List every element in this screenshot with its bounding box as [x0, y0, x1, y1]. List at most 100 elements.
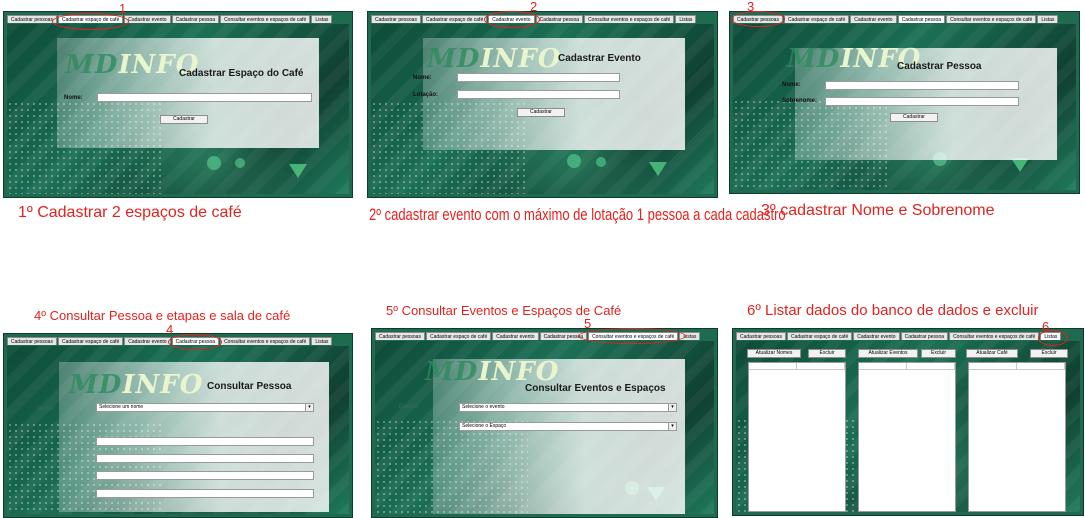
logo: MDINFO — [69, 370, 204, 400]
excluir-cafe-button[interactable]: Excluir — [1030, 349, 1068, 358]
nome-select[interactable]: Selecione um nome ▾ — [96, 403, 314, 412]
list-header — [859, 363, 955, 370]
nome-input[interactable] — [457, 73, 620, 82]
chevron-down-icon[interactable]: ▾ — [668, 404, 676, 411]
tab-cadastrar-espaco-cafe[interactable]: Cadastrar espaço de café — [786, 332, 853, 340]
tab-bar: Cadastrar pessoas Cadastrar espaço de ca… — [736, 332, 1062, 341]
nome-input[interactable] — [97, 93, 312, 102]
tab-listas[interactable]: Listas — [679, 332, 701, 340]
label-sobrenome: Sobrenome: — [782, 98, 818, 104]
tab-consultar-eventos[interactable]: Consultar eventos e espaços de café — [588, 332, 679, 340]
tab-cadastrar-espaco-cafe[interactable]: Cadastrar espaço de café — [57, 337, 124, 345]
tab-listas[interactable]: Listas — [311, 337, 333, 345]
form-title: Consultar Pessoa — [207, 381, 292, 392]
tab-cadastrar-pessoas[interactable]: Cadastrar pessoas — [7, 15, 57, 23]
step-number-3: 3 — [747, 0, 755, 14]
cadastrar-button[interactable]: Cadastrar — [517, 108, 565, 117]
form-title: Cadastrar Evento — [558, 53, 641, 64]
tab-consultar-eventos[interactable]: Consultar eventos e espaços de café — [949, 332, 1040, 340]
decor-circle — [567, 154, 581, 168]
evento-select[interactable]: Selecione o evento ▾ — [459, 403, 677, 412]
tab-bar: Cadastrar pessoas Cadastrar espaço de ca… — [733, 15, 1059, 24]
tab-cadastrar-pessoa[interactable]: Cadastrar pessoa — [900, 332, 949, 340]
step-number-5: 5 — [584, 316, 592, 331]
result-field-3 — [96, 471, 314, 480]
atualizar-eventos-button[interactable]: Atualizar Eventos — [858, 349, 918, 358]
step-caption-3: 3º cadastrar Nome e Sobrenome — [761, 202, 995, 219]
panel-step-4: Cadastrar pessoas Cadastrar espaço de ca… — [3, 333, 353, 518]
tab-cadastrar-pessoa[interactable]: Cadastrar pessoa — [897, 15, 946, 23]
atualizar-cafe-button[interactable]: Atualizar Café — [966, 349, 1018, 358]
form-area: MDINFO Consultar Pessoa Nome: Selecione … — [7, 346, 349, 514]
atualizar-nomes-button[interactable]: Atualizar Nomes — [747, 349, 801, 358]
form-title: Consultar Eventos e Espaços — [525, 383, 666, 394]
tab-cadastrar-espaco-cafe[interactable]: Cadastrar espaço de café — [57, 15, 124, 23]
tab-consultar-eventos[interactable]: Consultar eventos e espaços de café — [220, 15, 311, 23]
tab-listas[interactable]: Listas — [1037, 15, 1059, 23]
eventos-list[interactable] — [858, 362, 956, 512]
list-area: Atualizar Nomes Excluir Atualizar Evento… — [736, 341, 1080, 512]
tab-cadastrar-pessoa[interactable]: Cadastrar pessoa — [535, 15, 584, 23]
tab-cadastrar-evento[interactable]: Cadastrar evento — [850, 15, 897, 23]
cadastrar-button[interactable]: Cadastrar — [890, 113, 938, 122]
nomes-list[interactable] — [748, 362, 846, 512]
chevron-down-icon[interactable]: ▾ — [668, 423, 676, 430]
form-area: MDINFO Consultar Eventos e Espaços Event… — [375, 341, 714, 514]
decor-circle — [235, 158, 245, 168]
excluir-nomes-button[interactable]: Excluir — [808, 349, 846, 358]
step-caption-1: 1º Cadastrar 2 espaços de café — [18, 204, 242, 221]
tab-bar: Cadastrar pessoas Cadastrar espaço de ca… — [7, 15, 333, 24]
list-header — [969, 363, 1065, 370]
step-number-1: 1 — [119, 1, 127, 16]
tab-cadastrar-pessoa[interactable]: Cadastrar pessoa — [539, 332, 588, 340]
label-nome: Nome: — [413, 75, 432, 81]
tab-cadastrar-espaco-cafe[interactable]: Cadastrar espaço de café — [421, 15, 488, 23]
panel-step-3: Cadastrar pessoas Cadastrar espaço de ca… — [729, 11, 1080, 194]
nome-input[interactable] — [825, 81, 1019, 90]
tab-cadastrar-espaco-cafe[interactable]: Cadastrar espaço de café — [425, 332, 492, 340]
label-lotacao: Lotação: — [413, 92, 439, 98]
panel-step-1: Cadastrar pessoas Cadastrar espaço de ca… — [3, 11, 353, 198]
chevron-down-icon[interactable]: ▾ — [305, 404, 313, 411]
tab-cadastrar-pessoas[interactable]: Cadastrar pessoas — [7, 337, 57, 345]
espaco-select[interactable]: Selecione o Espaço ▾ — [459, 422, 677, 431]
sobrenome-input[interactable] — [825, 97, 1019, 106]
tab-cadastrar-espaco-cafe[interactable]: Cadastrar espaço de café — [783, 15, 850, 23]
tab-listas[interactable]: Listas — [311, 15, 333, 23]
result-field-1 — [96, 437, 314, 446]
decor-triangle — [1011, 158, 1029, 172]
tab-cadastrar-evento[interactable]: Cadastrar evento — [124, 15, 171, 23]
lotacao-input[interactable] — [457, 90, 620, 99]
result-field-2 — [96, 454, 314, 463]
tab-listas[interactable]: Listas — [675, 15, 697, 23]
tab-consultar-eventos[interactable]: Consultar eventos e espaços de café — [220, 337, 311, 345]
tab-cadastrar-pessoas[interactable]: Cadastrar pessoas — [736, 332, 786, 340]
tab-cadastrar-evento[interactable]: Cadastrar evento — [853, 332, 900, 340]
tab-cadastrar-pessoa[interactable]: Cadastrar pessoa — [171, 337, 220, 345]
logo: MDINFO — [427, 44, 562, 74]
form-title: Cadastrar Espaço do Café — [179, 68, 304, 79]
cafe-list[interactable] — [968, 362, 1066, 512]
decor-circle — [596, 157, 606, 167]
tab-listas[interactable]: Listas — [1040, 332, 1062, 340]
form-area: MDINFO Cadastrar Pessoa Nome: Sobrenome:… — [733, 24, 1076, 190]
tab-cadastrar-evento[interactable]: Cadastrar evento — [124, 337, 171, 345]
tab-cadastrar-evento[interactable]: Cadastrar evento — [488, 15, 535, 23]
tab-cadastrar-pessoas[interactable]: Cadastrar pessoas — [375, 332, 425, 340]
panel-step-2: Cadastrar pessoas Cadastrar espaço de ca… — [367, 11, 718, 198]
tab-cadastrar-pessoa[interactable]: Cadastrar pessoa — [171, 15, 220, 23]
tab-cadastrar-pessoas[interactable]: Cadastrar pessoas — [733, 15, 783, 23]
tab-consultar-eventos[interactable]: Consultar eventos e espaços de café — [584, 15, 675, 23]
excluir-eventos-button[interactable]: Excluir — [921, 349, 956, 358]
label-nome: Nome: — [64, 95, 83, 101]
cadastrar-button[interactable]: Cadastrar — [160, 115, 208, 124]
tab-cadastrar-evento[interactable]: Cadastrar evento — [492, 332, 539, 340]
label-evento: Evento: — [399, 404, 420, 410]
step-number-2: 2 — [530, 0, 538, 14]
tab-cadastrar-pessoas[interactable]: Cadastrar pessoas — [371, 15, 421, 23]
decor-circle — [207, 156, 221, 170]
step-caption-2: 2º cadastrar evento com o máximo de lota… — [369, 205, 786, 224]
tab-bar: Cadastrar pessoas Cadastrar espaço de ca… — [7, 337, 333, 346]
label-nome: Nome: — [37, 406, 55, 412]
tab-consultar-eventos[interactable]: Consultar eventos e espaços de café — [946, 15, 1037, 23]
